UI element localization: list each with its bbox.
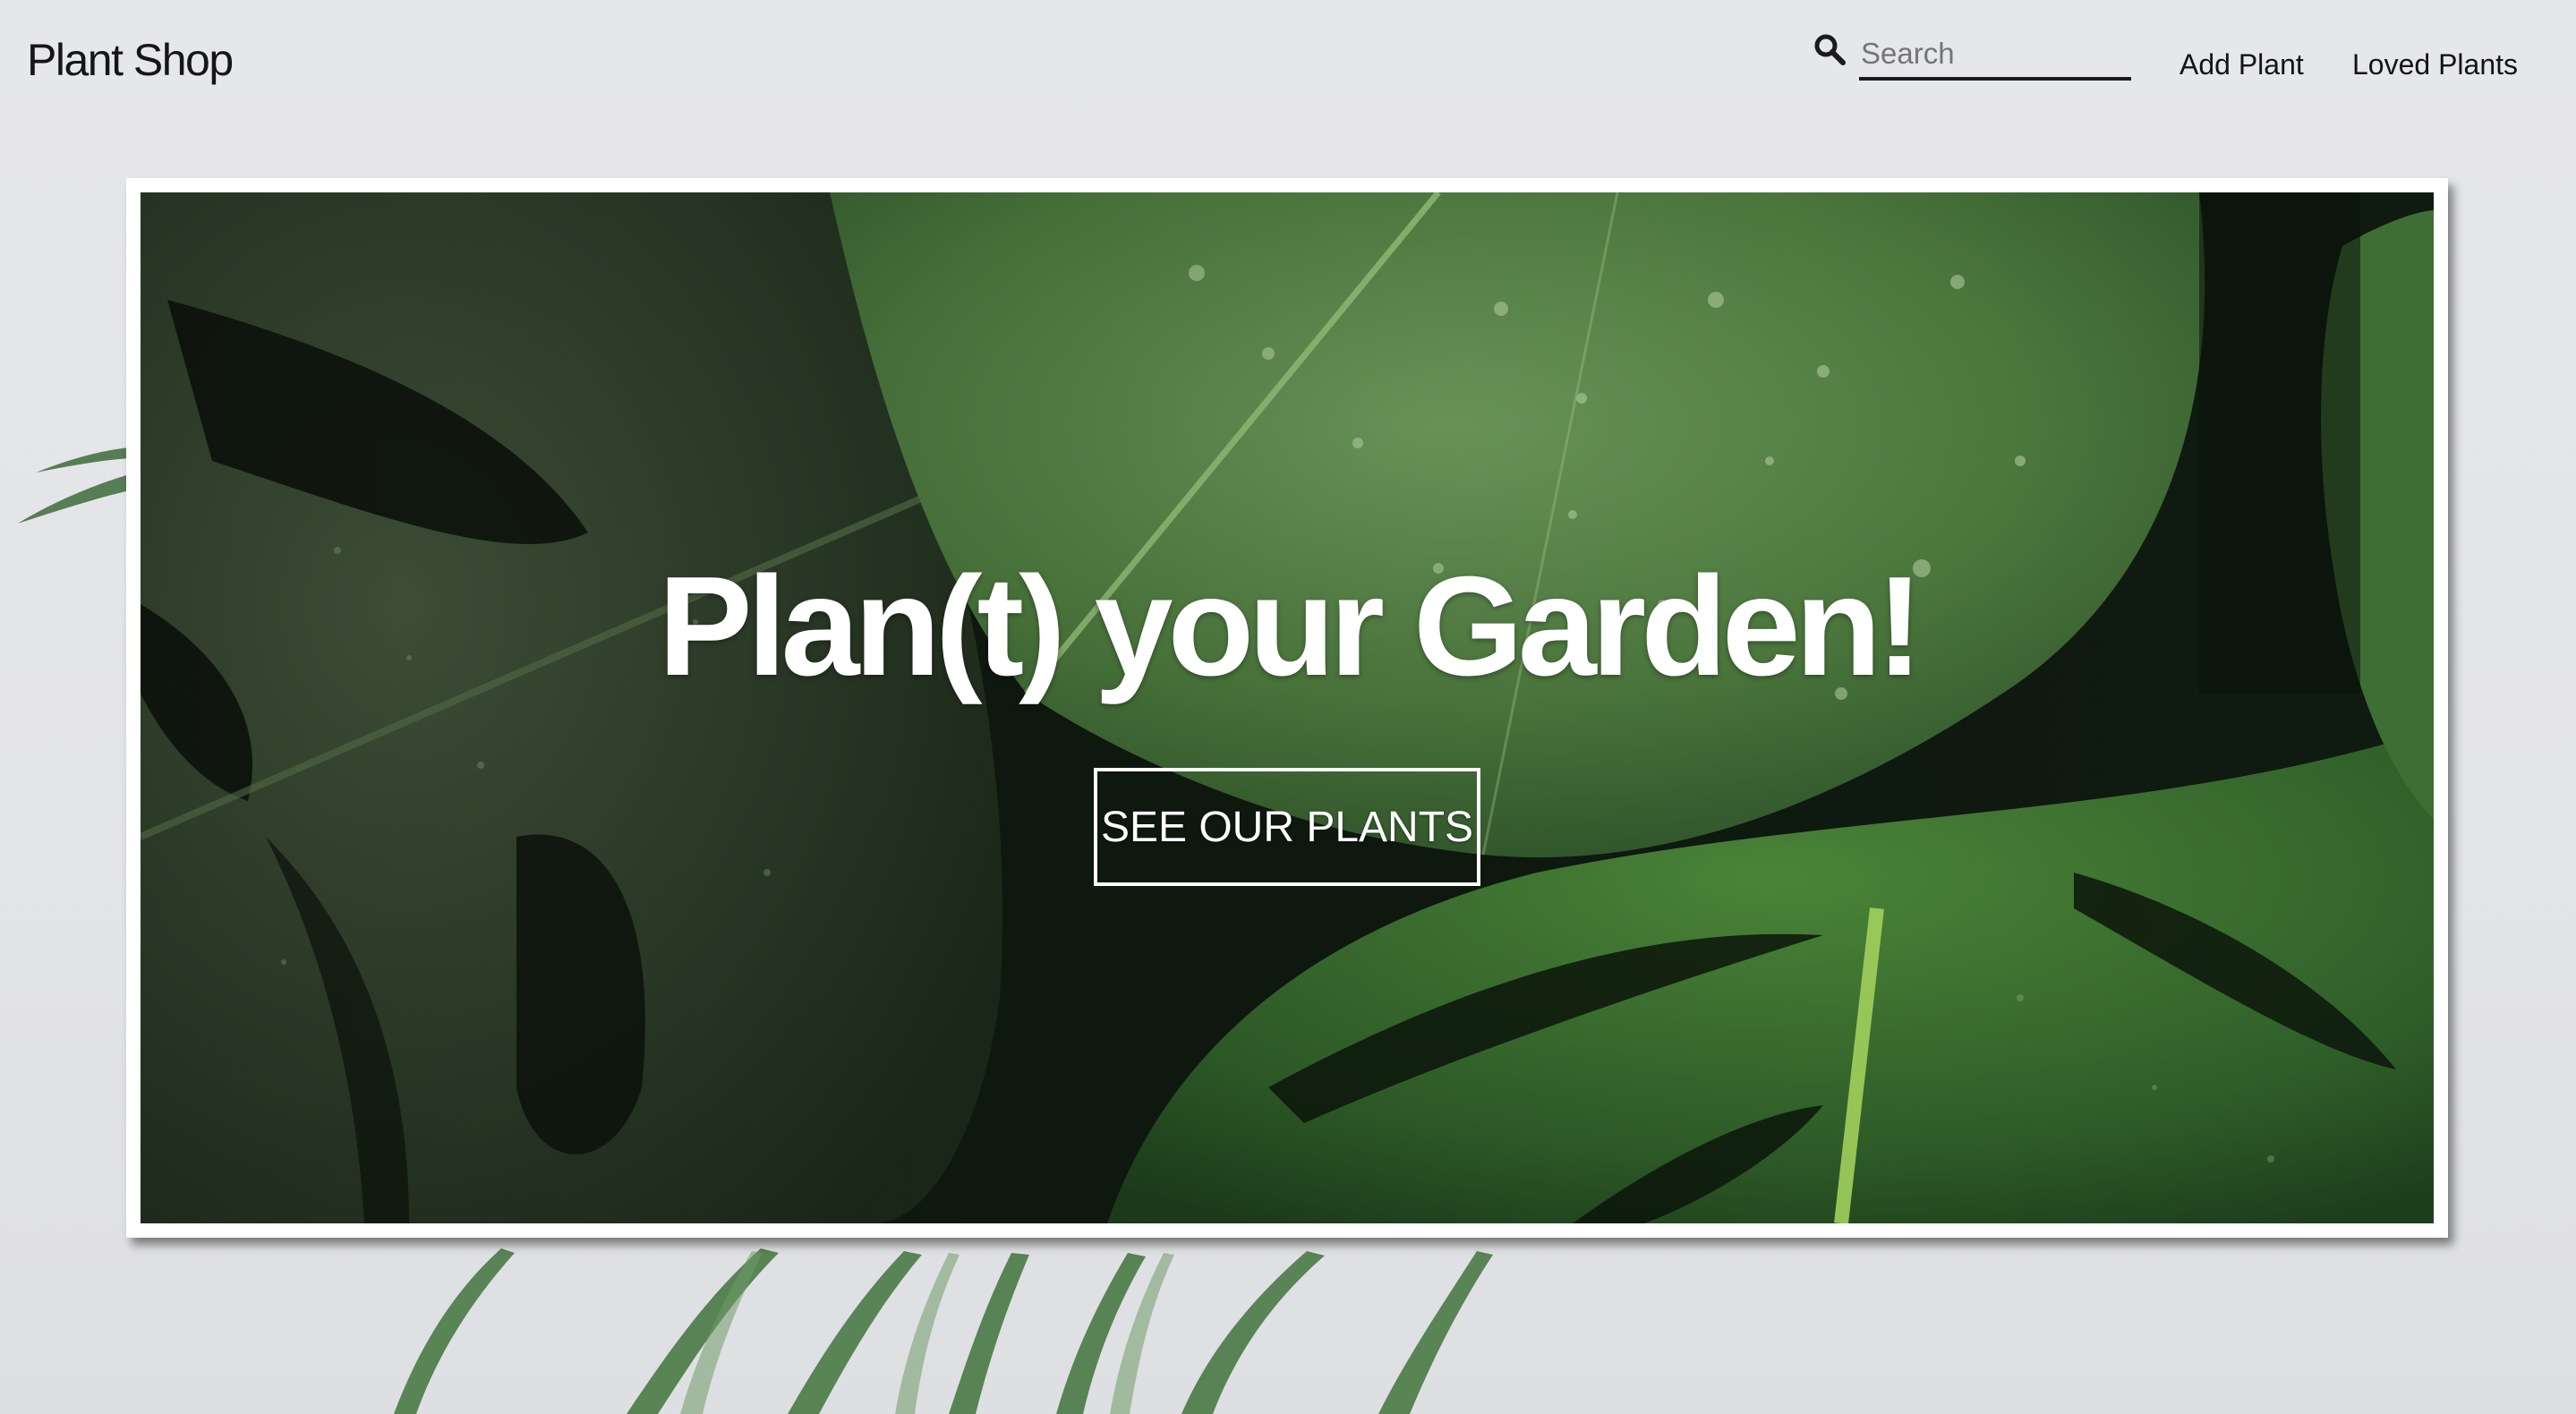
hero-image <box>141 192 2434 1223</box>
nav-add-plant[interactable]: Add Plant <box>2179 48 2304 81</box>
hero-banner <box>126 178 2448 1238</box>
search-bar <box>1813 29 2131 82</box>
brand-logo[interactable]: Plant Shop <box>27 34 234 86</box>
search-icon[interactable] <box>1813 32 1848 68</box>
see-our-plants-button[interactable]: SEE OUR PLANTS <box>1094 768 1480 886</box>
search-input[interactable] <box>1859 29 2131 81</box>
hero-title: Plan(t) your Garden! <box>658 548 1923 705</box>
nav-loved-plants[interactable]: Loved Plants <box>2352 48 2518 81</box>
